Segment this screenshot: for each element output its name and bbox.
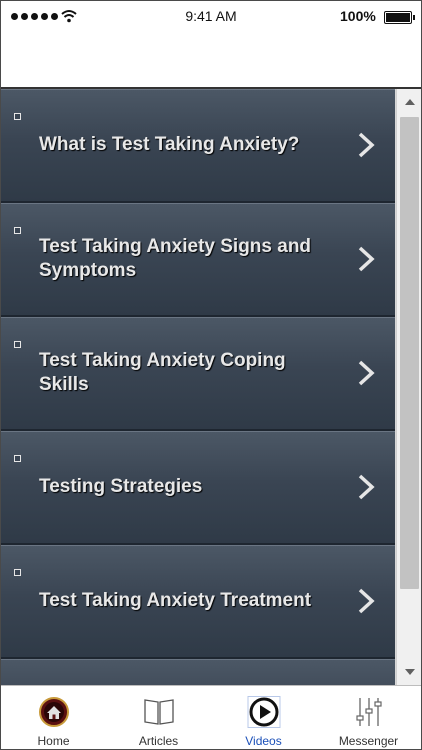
list-item-label: Testing Strategies — [39, 476, 203, 497]
list-item[interactable]: Test Taking Anxiety Signs and Symptoms — [1, 203, 395, 317]
app-frame: 9:41 AM 100% What is Test Taking Anxiety… — [0, 0, 422, 750]
bullet-icon — [14, 113, 21, 120]
scroll-up-button[interactable] — [397, 91, 421, 113]
tab-label: Messenger — [338, 734, 399, 748]
list-item-label: Test Taking Anxiety Coping Skills — [39, 350, 286, 395]
battery-icon — [384, 11, 415, 24]
app-header — [1, 35, 421, 89]
topic-list: What is Test Taking Anxiety? Test Taking… — [1, 89, 395, 685]
tab-videos[interactable]: Videos — [211, 686, 316, 749]
tab-messenger[interactable]: Messenger — [316, 686, 421, 749]
chevron-right-icon — [358, 132, 375, 158]
list-item-label: Test Taking Anxiety Signs and Symptoms — [39, 236, 312, 281]
chevron-right-icon — [358, 588, 375, 614]
scrollbar[interactable] — [396, 89, 421, 685]
book-icon — [143, 699, 174, 725]
chevron-right-icon — [358, 360, 375, 386]
topic-list-container: What is Test Taking Anxiety? Test Taking… — [1, 89, 421, 685]
bullet-icon — [14, 227, 21, 234]
list-item[interactable] — [1, 659, 395, 685]
sliders-icon — [355, 698, 382, 726]
list-item[interactable]: What is Test Taking Anxiety? — [1, 89, 395, 203]
home-icon — [38, 697, 69, 727]
triangle-down-icon — [404, 669, 415, 675]
list-item[interactable]: Test Taking Anxiety Coping Skills — [1, 317, 395, 431]
tab-label: Home — [37, 734, 70, 748]
triangle-up-icon — [404, 99, 415, 105]
scrollbar-thumb[interactable] — [400, 117, 419, 589]
bullet-icon — [14, 341, 21, 348]
bullet-icon — [14, 455, 21, 462]
list-item[interactable]: Testing Strategies — [1, 431, 395, 545]
status-bar: 9:41 AM 100% — [1, 1, 421, 35]
tab-bar: Home Articles Videos Messenger — [1, 685, 421, 749]
chevron-right-icon — [358, 246, 375, 272]
bullet-icon — [14, 569, 21, 576]
play-icon — [247, 696, 280, 728]
tab-label: Articles — [138, 734, 179, 748]
tab-articles[interactable]: Articles — [106, 686, 211, 749]
list-item-label: Test Taking Anxiety Treatment — [39, 590, 312, 611]
tab-home[interactable]: Home — [1, 686, 106, 749]
chevron-right-icon — [358, 474, 375, 500]
list-item-label: What is Test Taking Anxiety? — [39, 134, 300, 155]
scroll-down-button[interactable] — [397, 661, 421, 683]
tab-label: Videos — [245, 734, 282, 748]
battery-percentage: 100% — [340, 8, 376, 24]
list-item[interactable]: Test Taking Anxiety Treatment — [1, 545, 395, 659]
